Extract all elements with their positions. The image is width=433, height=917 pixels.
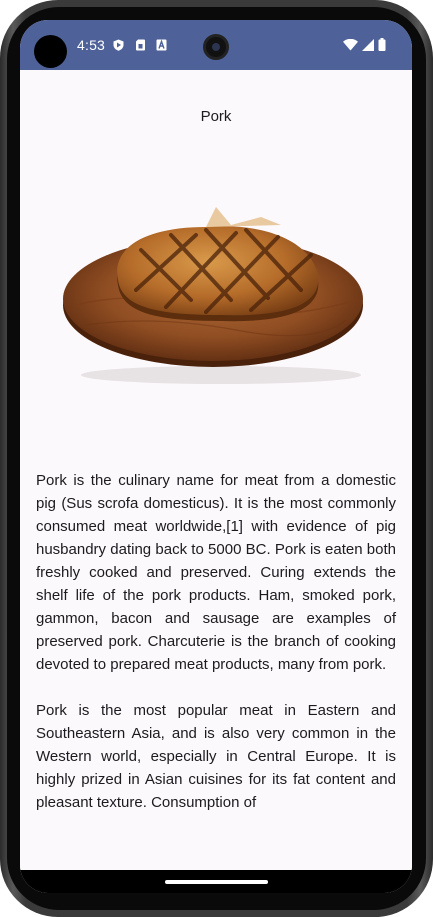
phone-screen: 4:53 Pork Pork is the culinary name for … <box>20 20 412 893</box>
wifi-icon <box>343 38 358 50</box>
article-paragraph: Pork is the culinary name for meat from … <box>36 472 396 673</box>
system-status-icons <box>343 38 386 51</box>
home-gesture-bar[interactable] <box>165 880 268 884</box>
play-protect-icon <box>113 39 124 51</box>
cellular-signal-icon <box>362 38 374 51</box>
status-bar: 4:53 <box>20 20 412 70</box>
page-title: Pork <box>200 108 232 125</box>
article-text: Pork is the culinary name for meat from … <box>36 469 396 814</box>
pork-steak-image <box>63 207 363 384</box>
front-camera <box>203 34 229 60</box>
detail-content: Pork Pork is the culinary name for meat … <box>20 70 412 870</box>
font-a-icon <box>156 39 167 51</box>
battery-icon <box>378 38 386 51</box>
navigation-bar <box>20 870 412 893</box>
article-paragraph: Pork is the most popular meat in Eastern… <box>36 702 396 811</box>
sim-card-icon <box>135 39 146 51</box>
camera-cutout <box>34 35 67 68</box>
status-time: 4:53 <box>77 37 106 53</box>
